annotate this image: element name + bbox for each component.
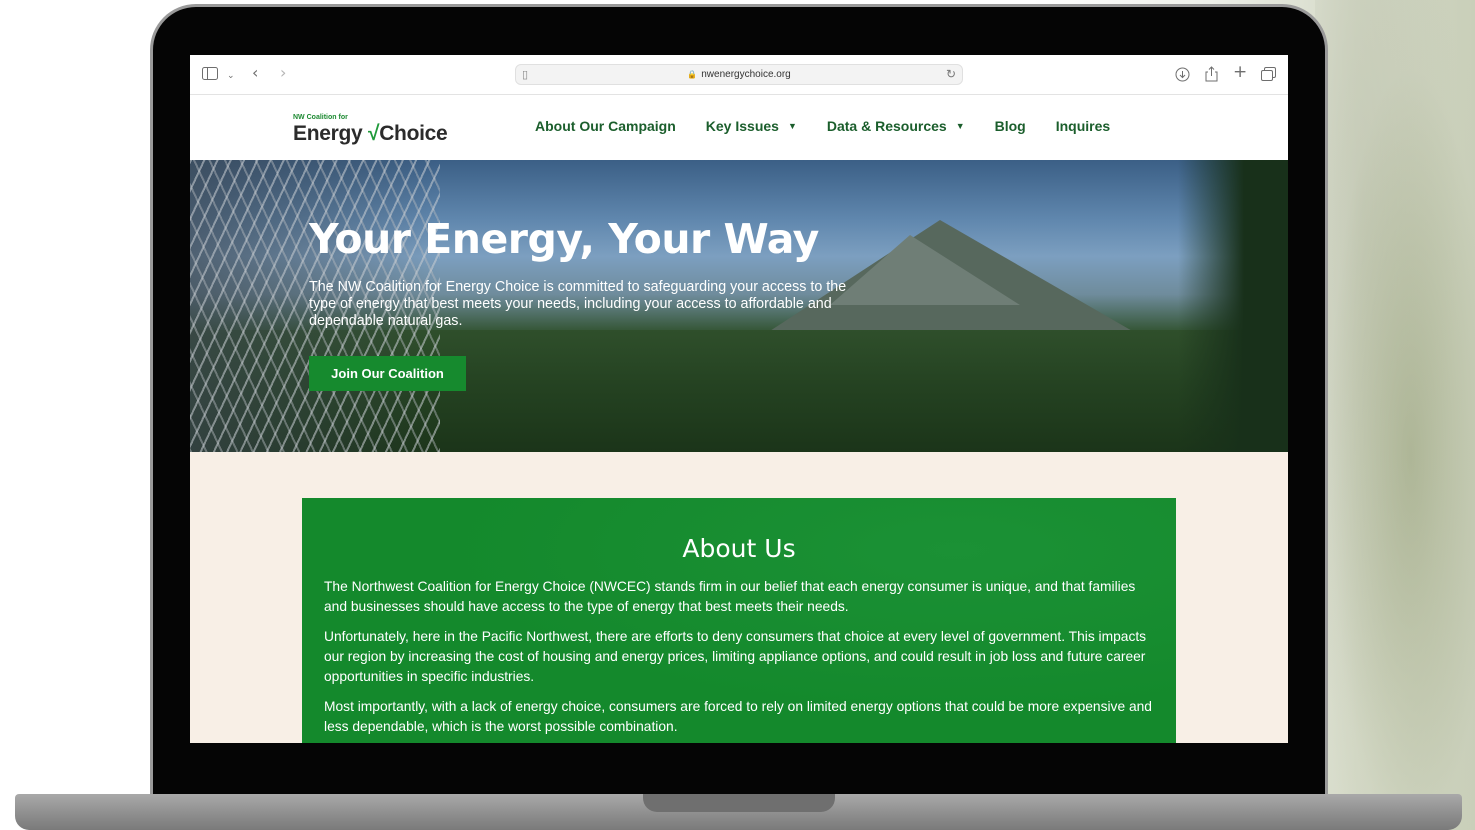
about-paragraph: The Northwest Coalition for Energy Choic… <box>324 579 1136 614</box>
about-title: About Us <box>682 534 796 563</box>
nav-key-issues[interactable]: Key Issues ▼ <box>706 118 797 134</box>
new-tab-icon[interactable]: + <box>1233 64 1247 81</box>
share-icon[interactable] <box>1205 66 1218 85</box>
join-coalition-button[interactable]: Join Our Coalition <box>309 356 466 391</box>
site-logo[interactable]: NW Coalition for Energy √Choice <box>293 113 453 147</box>
tabs-overview-icon[interactable] <box>1261 67 1276 84</box>
back-arrow-icon[interactable]: ‹ <box>252 65 258 81</box>
logo-tagline: NW Coalition for <box>293 114 348 121</box>
checkmark-icon: √ <box>367 122 380 145</box>
about-section: About Us The Northwest Coalition for Ene… <box>190 452 1288 743</box>
background-trees <box>1315 0 1475 830</box>
page-icon[interactable]: ▯ <box>522 68 528 81</box>
nav-label: Key Issues <box>705 118 779 134</box>
about-paragraph: Most importantly, with a lack of energy … <box>324 699 1152 734</box>
nav-data-resources[interactable]: Data & Resources ▼ <box>827 118 965 134</box>
nav-label: About Our Campaign <box>535 118 676 134</box>
lock-icon: 🔒 <box>687 70 698 79</box>
hero-mountain-peak <box>830 235 1020 305</box>
nav-label: Data & Resources <box>826 118 947 134</box>
hero-trees-right <box>1178 160 1288 452</box>
site-header: NW Coalition for Energy √Choice About Ou… <box>190 95 1288 160</box>
caret-down-icon: ▼ <box>787 121 797 131</box>
hero-title: Your Energy, Your Way <box>309 215 819 263</box>
about-paragraph: Unfortunately, here in the Pacific North… <box>324 629 1147 684</box>
caret-down-icon: ▼ <box>955 121 965 131</box>
main-nav: About Our Campaign Key Issues ▼ Data & R… <box>535 118 1110 134</box>
url-text: nwenergychoice.org <box>701 69 791 80</box>
reload-icon[interactable]: ↻ <box>946 67 956 81</box>
browser-toolbar: ⌄ ‹ › ▯ 🔒 nwenergychoice.org ↻ + <box>190 55 1288 95</box>
chevron-down-icon[interactable]: ⌄ <box>227 69 235 83</box>
nav-label: Inquires <box>1055 118 1111 134</box>
logo-wordmark: Energy √Choice <box>293 122 448 146</box>
sidebar-icon[interactable] <box>202 67 218 83</box>
nav-label: Blog <box>994 118 1026 134</box>
hero-banner: Your Energy, Your Way The NW Coalition f… <box>190 160 1288 452</box>
about-card: About Us The Northwest Coalition for Ene… <box>302 498 1176 743</box>
logo-word-choice: Choice <box>379 122 448 145</box>
forward-arrow-icon[interactable]: › <box>280 65 286 81</box>
hero-description: The NW Coalition for Energy Choice is co… <box>309 279 847 329</box>
download-icon[interactable] <box>1175 67 1190 85</box>
nav-about-our-campaign[interactable]: About Our Campaign <box>535 118 676 134</box>
laptop-notch <box>643 794 835 812</box>
nav-inquires[interactable]: Inquires <box>1056 118 1110 134</box>
address-bar[interactable]: ▯ 🔒 nwenergychoice.org ↻ <box>515 64 963 85</box>
nav-blog[interactable]: Blog <box>995 118 1026 134</box>
browser-window: ⌄ ‹ › ▯ 🔒 nwenergychoice.org ↻ + NW Coal… <box>190 55 1288 743</box>
logo-word-energy: Energy <box>293 122 363 145</box>
